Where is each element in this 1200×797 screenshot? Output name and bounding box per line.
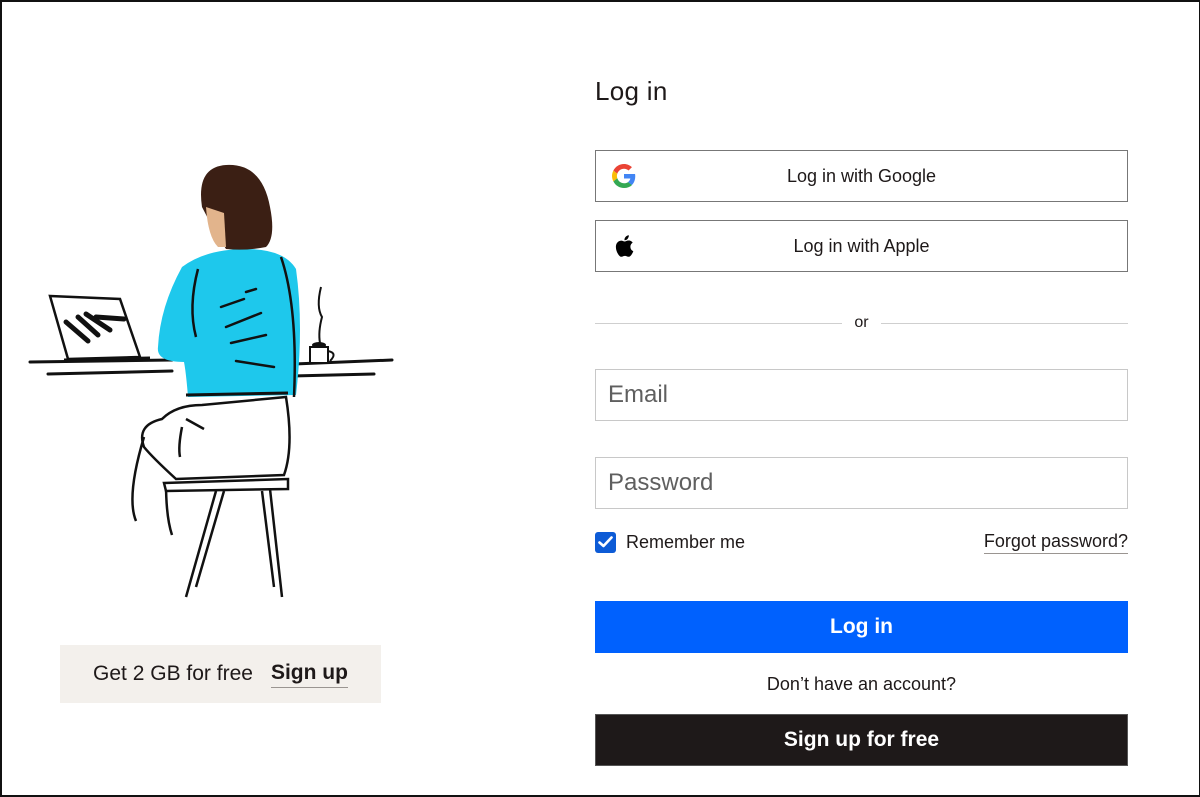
login-options: Remember me Forgot password? [595,528,1128,556]
remember-me-label: Remember me [626,531,746,552]
divider-label: or [854,314,869,331]
google-login-label: Log in with Google [786,165,937,186]
page-frame: Get 2 GB for free Sign up Log in Log in … [0,0,1200,797]
divider-line [595,322,843,324]
no-account-text: Don’t have an account? [766,674,957,694]
divider-line [880,322,1129,324]
signup-button[interactable]: Sign up for free [595,714,1128,766]
page-title: Log in [595,76,668,106]
promo-banner: Get 2 GB for free Sign up [60,645,381,703]
remember-me-toggle[interactable]: Remember me [595,531,746,553]
forgot-password-link[interactable]: Forgot password? [983,531,1128,554]
apple-login-button[interactable]: Log in with Apple [595,220,1128,272]
checkmark-icon [598,536,613,548]
google-login-button[interactable]: Log in with Google [595,150,1128,202]
apple-logo-icon [612,234,636,258]
promo-signup-link[interactable]: Sign up [270,661,348,688]
or-divider: or [595,312,1129,334]
password-input[interactable] [595,457,1128,509]
login-button[interactable]: Log in [595,601,1128,653]
person-at-laptop-illustration [28,164,394,598]
apple-login-label: Log in with Apple [793,235,930,256]
email-input[interactable] [595,369,1128,421]
google-logo-icon [612,164,636,188]
promo-text: Get 2 GB for free [93,662,253,685]
remember-me-checkbox[interactable] [595,531,616,553]
